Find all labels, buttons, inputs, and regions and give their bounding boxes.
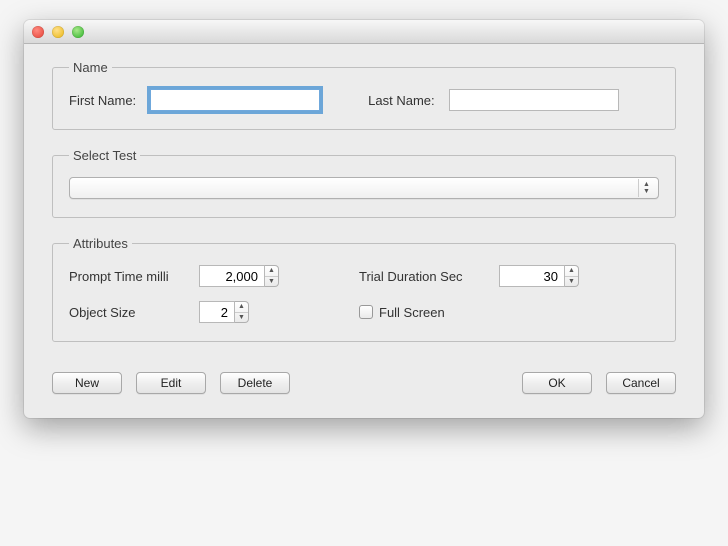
last-name-input[interactable] bbox=[449, 89, 619, 111]
select-test-dropdown[interactable]: ▲▼ bbox=[69, 177, 659, 199]
checkbox-icon[interactable] bbox=[359, 305, 373, 319]
object-size-input[interactable] bbox=[199, 301, 235, 323]
ok-button[interactable]: OK bbox=[522, 372, 592, 394]
trial-duration-label: Trial Duration Sec bbox=[359, 269, 499, 284]
attributes-legend: Attributes bbox=[69, 236, 132, 251]
prompt-time-input[interactable] bbox=[199, 265, 265, 287]
dialog-window: Name First Name: Last Name: Select Test … bbox=[24, 20, 704, 418]
updown-icon: ▲▼ bbox=[638, 179, 654, 197]
prompt-time-stepper[interactable]: ▲▼ bbox=[199, 265, 299, 287]
stepper-arrows-icon[interactable]: ▲▼ bbox=[265, 265, 279, 287]
last-name-label: Last Name: bbox=[368, 93, 434, 108]
titlebar bbox=[24, 20, 704, 44]
first-name-label: First Name: bbox=[69, 93, 136, 108]
object-size-label: Object Size bbox=[69, 305, 199, 320]
delete-button[interactable]: Delete bbox=[220, 372, 290, 394]
trial-duration-input[interactable] bbox=[499, 265, 565, 287]
attributes-group: Attributes Prompt Time milli ▲▼ Trial Du… bbox=[52, 236, 676, 342]
full-screen-checkbox[interactable]: Full Screen bbox=[359, 305, 599, 320]
close-icon[interactable] bbox=[32, 26, 44, 38]
button-row: New Edit Delete OK Cancel bbox=[52, 372, 676, 394]
full-screen-label: Full Screen bbox=[379, 305, 445, 320]
object-size-stepper[interactable]: ▲▼ bbox=[199, 301, 299, 323]
name-group: Name First Name: Last Name: bbox=[52, 60, 676, 130]
select-test-group: Select Test ▲▼ bbox=[52, 148, 676, 218]
dialog-content: Name First Name: Last Name: Select Test … bbox=[24, 44, 704, 418]
minimize-icon[interactable] bbox=[52, 26, 64, 38]
edit-button[interactable]: Edit bbox=[136, 372, 206, 394]
trial-duration-stepper[interactable]: ▲▼ bbox=[499, 265, 599, 287]
new-button[interactable]: New bbox=[52, 372, 122, 394]
cancel-button[interactable]: Cancel bbox=[606, 372, 676, 394]
prompt-time-label: Prompt Time milli bbox=[69, 269, 199, 284]
select-test-legend: Select Test bbox=[69, 148, 140, 163]
zoom-icon[interactable] bbox=[72, 26, 84, 38]
name-group-legend: Name bbox=[69, 60, 112, 75]
stepper-arrows-icon[interactable]: ▲▼ bbox=[565, 265, 579, 287]
first-name-input[interactable] bbox=[150, 89, 320, 111]
stepper-arrows-icon[interactable]: ▲▼ bbox=[235, 301, 249, 323]
